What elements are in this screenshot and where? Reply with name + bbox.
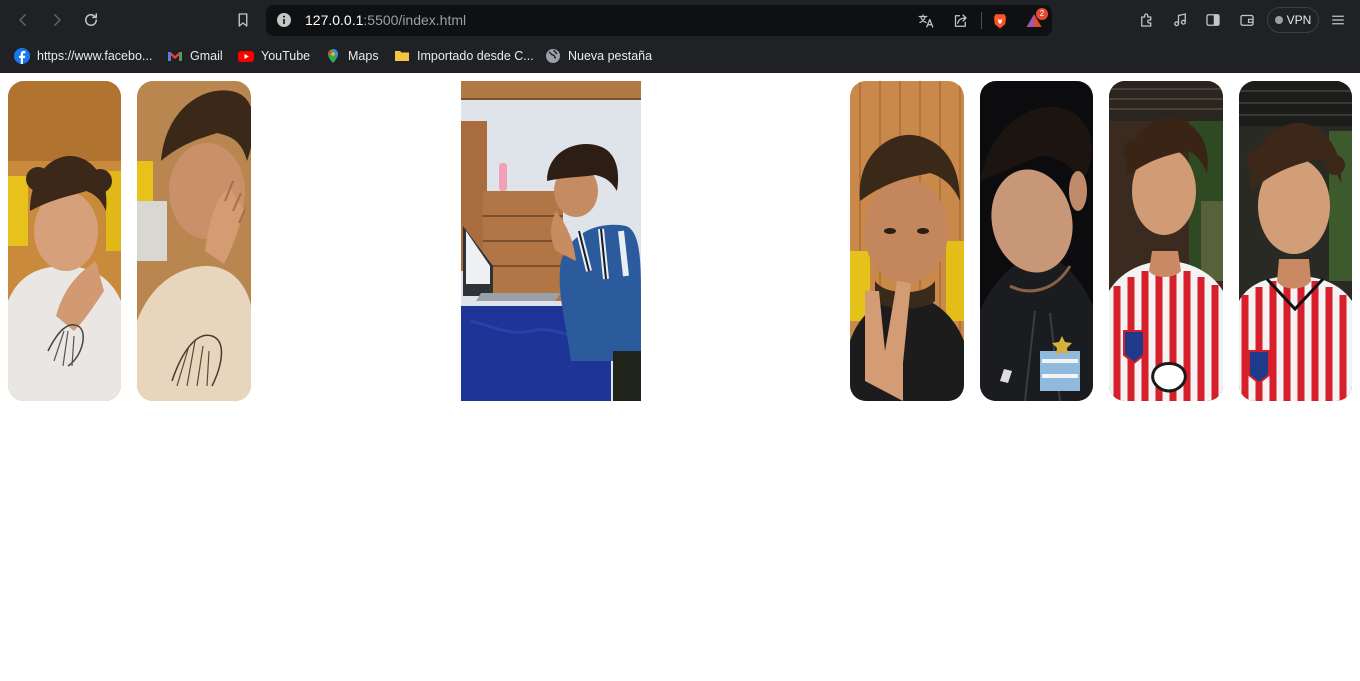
site-info-icon[interactable] (276, 12, 292, 28)
brave-lion-icon (994, 14, 1006, 29)
sidebar-button[interactable] (1199, 6, 1227, 34)
bookmark-icon (238, 13, 248, 27)
photo-red-striped-shirt-closeup (1239, 81, 1352, 401)
globe-icon (545, 48, 561, 64)
url-path: :5500/index.html (363, 12, 467, 28)
bookmark-new-tab[interactable]: Nueva pestaña (545, 46, 652, 66)
gallery-photo-7[interactable] (1239, 81, 1352, 401)
photo-desk-laptop (461, 81, 641, 401)
vpn-label: VPN (1286, 13, 1312, 27)
media-button[interactable] (1166, 6, 1194, 34)
vpn-status-icon (1274, 16, 1283, 24)
photo-dark-argentina-jacket (980, 81, 1093, 401)
gallery-photo-3[interactable] (461, 81, 641, 401)
main-menu-button[interactable] (1324, 6, 1352, 34)
wallet-button[interactable] (1233, 6, 1261, 34)
photo-laughing-hand-face (137, 81, 251, 401)
forward-button[interactable] (43, 6, 71, 34)
share-button[interactable] (950, 11, 970, 31)
bookmark-label: Maps (348, 49, 379, 63)
bookmark-facebook[interactable]: https://www.facebo... (14, 46, 152, 66)
bookmark-label: Importado desde C... (417, 49, 534, 63)
brave-shields-button[interactable] (990, 11, 1010, 31)
share-icon (954, 14, 967, 27)
vpn-button[interactable]: VPN (1267, 7, 1319, 33)
bookmark-maps[interactable]: Maps (325, 46, 379, 66)
url-host: 127.0.0.1 (305, 12, 364, 28)
bookmark-folder-imported[interactable]: Importado desde C... (394, 46, 534, 66)
translate-button[interactable] (916, 11, 936, 31)
photo-peace-sign (850, 81, 964, 401)
bookmark-youtube[interactable]: YouTube (238, 46, 310, 66)
hamburger-menu-icon (1332, 15, 1344, 25)
forward-arrow-icon (54, 14, 61, 26)
folder-icon (394, 48, 410, 64)
bookmark-gmail[interactable]: Gmail (167, 46, 223, 66)
bookmark-label: Gmail (190, 49, 223, 63)
extensions-button[interactable] (1133, 6, 1161, 34)
browser-toolbar: 127.0.0.1:5500/index.html 2 VPN (0, 0, 1360, 40)
translate-icon (918, 14, 934, 28)
bookmark-page-button[interactable] (229, 6, 257, 34)
gallery-photo-5[interactable] (980, 81, 1093, 401)
maps-icon (325, 48, 341, 64)
back-arrow-icon (19, 14, 26, 26)
sidebar-icon (1206, 14, 1220, 26)
gallery-photo-1[interactable] (8, 81, 121, 401)
gallery-photo-2[interactable] (137, 81, 251, 401)
back-button[interactable] (9, 6, 37, 34)
photo-laughing-white-hoodie (8, 81, 121, 401)
reload-button[interactable] (77, 6, 105, 34)
music-note-icon (1174, 13, 1186, 27)
bookmarks-bar: https://www.facebo... Gmail YouTube Maps… (0, 40, 1360, 73)
gmail-icon (167, 48, 183, 64)
wallet-icon (1240, 14, 1254, 26)
facebook-icon (14, 48, 30, 64)
gallery-photo-6[interactable] (1109, 81, 1223, 401)
reload-icon (85, 13, 97, 26)
bookmark-label: https://www.facebo... (37, 49, 153, 63)
address-bar[interactable]: 127.0.0.1:5500/index.html (266, 5, 1052, 36)
url-text[interactable]: 127.0.0.1:5500/index.html (305, 12, 466, 28)
bookmark-label: Nueva pestaña (568, 49, 653, 63)
youtube-icon (238, 48, 254, 64)
puzzle-icon (1141, 13, 1152, 27)
photo-red-striped-shirt-outdoor (1109, 81, 1223, 401)
address-bar-divider (981, 12, 982, 29)
bookmark-label: YouTube (261, 49, 311, 63)
rewards-notification-badge: 2 (1036, 8, 1048, 20)
gallery-photo-4[interactable] (850, 81, 964, 401)
page-content (0, 73, 1360, 681)
